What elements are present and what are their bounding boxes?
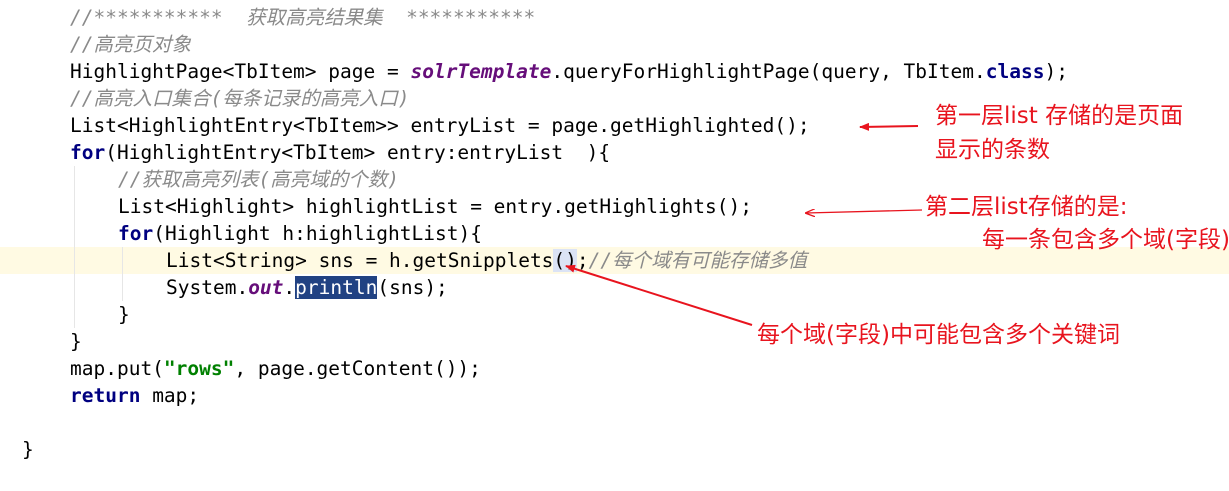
code-token-comment: //每个域有可能存储多值: [588, 249, 808, 272]
code-token-keyword: for: [70, 141, 106, 164]
code-token-plain: map;: [140, 384, 200, 407]
code-line[interactable]: System.out.println(sns);: [0, 274, 1229, 301]
code-token-plain: List<HighlightEntry<TbItem>> entryList =…: [70, 114, 810, 137]
code-token-plain: System.: [166, 276, 249, 299]
indent-guide: [122, 274, 123, 301]
code-token-plain: (HighlightEntry<TbItem> entry:entryList …: [105, 141, 611, 164]
code-token-comment: //*********** 获取高亮结果集 ***********: [70, 6, 536, 29]
code-line[interactable]: return map;: [0, 382, 1229, 409]
annotation-second-layer-line2: 每一条包含多个域(字段): [982, 227, 1229, 253]
code-line[interactable]: //获取高亮列表(高亮域的个数): [0, 166, 1229, 193]
code-token-plain: }: [22, 438, 34, 461]
code-token-plain: }: [70, 330, 82, 353]
code-text: }: [118, 301, 130, 328]
indent-guide: [74, 220, 75, 247]
code-token-plain: List<String> sns = h.getSnipplets: [166, 249, 554, 272]
code-line[interactable]: }: [0, 436, 1229, 463]
code-token-plain: map.put(: [70, 357, 164, 380]
code-text: HighlightPage<TbItem> page = solrTemplat…: [70, 58, 1068, 85]
code-token-hl: (): [553, 249, 577, 272]
code-token-field: solrTemplate: [410, 60, 552, 83]
code-line[interactable]: [0, 409, 1229, 436]
annotation-first-layer-line2: 显示的条数: [935, 137, 1050, 163]
annotation-first-layer-line1: 第一层list 存储的是页面: [935, 103, 1184, 129]
code-text: //高亮入口集合(每条记录的高亮入口): [70, 85, 409, 112]
code-text: }: [70, 328, 82, 355]
code-text: //获取高亮列表(高亮域的个数): [118, 166, 399, 193]
code-line[interactable]: //高亮页对象: [0, 31, 1229, 58]
code-token-plain: (sns);: [377, 276, 448, 299]
code-line[interactable]: HighlightPage<TbItem> page = solrTemplat…: [0, 58, 1229, 85]
code-token-comment: //高亮入口集合(每条记录的高亮入口): [70, 87, 410, 110]
code-token-plain: }: [118, 303, 130, 326]
code-token-plain: .: [283, 276, 296, 299]
code-text: //高亮页对象: [70, 31, 191, 58]
code-token-selected: println: [295, 276, 378, 299]
code-text: }: [22, 436, 34, 463]
code-token-string: "rows": [163, 357, 235, 380]
indent-guide: [74, 274, 75, 301]
indent-guide: [74, 247, 75, 274]
annotation-field-keywords: 每个域(字段)中可能包含多个关键词: [757, 322, 1120, 348]
code-text: List<String> sns = h.getSnipplets();//每个…: [166, 247, 807, 274]
code-text: System.out.println(sns);: [166, 274, 448, 301]
code-token-plain: , page.getContent());: [234, 357, 481, 380]
indent-guide: [74, 193, 75, 220]
annotation-second-layer-line1: 第二层list存储的是:: [925, 194, 1128, 220]
code-token-keyword: return: [70, 384, 141, 407]
code-token-plain: (Highlight h:highlightList){: [153, 222, 482, 245]
code-line[interactable]: //*********** 获取高亮结果集 ***********: [0, 4, 1229, 31]
code-token-keyword: for: [118, 222, 154, 245]
code-token-plain: List<Highlight> highlightList = entry.ge…: [118, 195, 752, 218]
indent-guide: [74, 301, 75, 328]
code-line[interactable]: map.put("rows", page.getContent());: [0, 355, 1229, 382]
code-text: List<Highlight> highlightList = entry.ge…: [118, 193, 752, 220]
code-token-comment: //高亮页对象: [70, 33, 191, 56]
code-token-comment: //获取高亮列表(高亮域的个数): [118, 168, 399, 191]
code-text: map.put("rows", page.getContent());: [70, 355, 481, 382]
code-token-plain: ;: [576, 249, 589, 272]
code-token-keyword: class: [985, 60, 1045, 83]
code-text: //*********** 获取高亮结果集 ***********: [70, 4, 535, 31]
code-text: List<HighlightEntry<TbItem>> entryList =…: [70, 112, 810, 139]
code-token-static: out: [248, 276, 284, 299]
code-text: return map;: [70, 382, 199, 409]
code-token-plain: .queryForHighlightPage(query, TbItem.: [551, 60, 986, 83]
code-token-plain: HighlightPage<TbItem> page =: [70, 60, 411, 83]
code-token-plain: );: [1044, 60, 1068, 83]
indent-guide: [122, 247, 123, 274]
code-text: for(HighlightEntry<TbItem> entry:entryLi…: [70, 139, 610, 166]
indent-guide: [74, 166, 75, 193]
code-text: for(Highlight h:highlightList){: [118, 220, 482, 247]
